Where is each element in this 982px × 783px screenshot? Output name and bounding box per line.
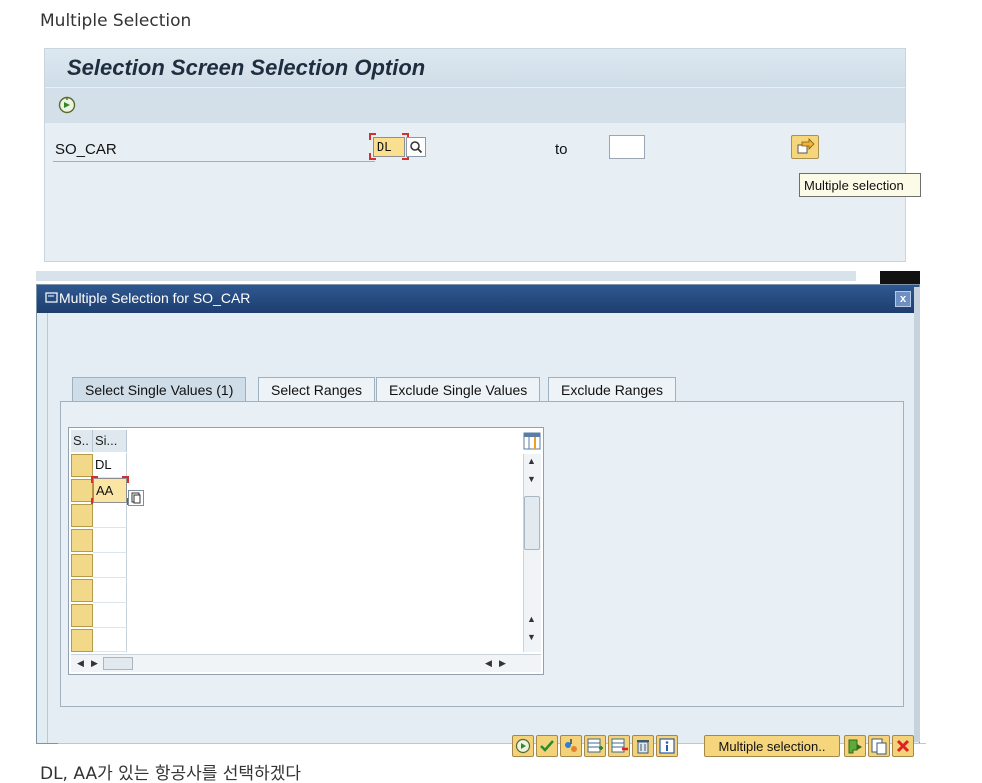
table-cell[interactable]: DL [93,453,127,478]
multiple-selection-dialog: Multiple Selection for SO_CAR x Select S… [36,284,926,757]
focus-corner [369,133,376,140]
execute-icon [515,738,531,754]
caption-description: DL, AA가 있는 항공사를 선택하겠다 [40,764,301,783]
scroll-down-icon[interactable]: ▼ [527,632,536,642]
horizontal-scrollbar[interactable]: ◀ ▶ ◀ ▶ [71,654,541,672]
multiple-selection-button[interactable]: Multiple selection.. [704,735,840,757]
field-underline [53,161,375,162]
application-toolbar [45,87,905,123]
scrollbar-thumb[interactable] [524,496,540,550]
tab-exclude-ranges[interactable]: Exclude Ranges [548,377,676,401]
selection-screen: Selection Screen Selection Option SO_CAR… [44,48,921,262]
high-value-input[interactable] [609,135,645,159]
dialog-title-bar[interactable]: Multiple Selection for SO_CAR x [37,285,919,313]
row-selector[interactable] [71,554,93,577]
trash-icon [637,740,649,754]
cancel-icon [896,739,910,753]
check-button[interactable] [536,735,558,757]
scroll-left-icon[interactable]: ◀ [485,658,492,669]
delete-line-button[interactable] [608,735,630,757]
table-cell[interactable] [93,503,127,528]
execute-button[interactable] [512,735,534,757]
copy-icon [848,739,862,754]
scroll-right-icon[interactable]: ▶ [499,658,506,669]
to-label: to [555,141,568,158]
row-selector[interactable] [71,504,93,527]
paste-button[interactable] [868,735,890,757]
row-selector[interactable] [71,579,93,602]
multiple-selection-button[interactable] [791,135,819,159]
paste-icon [871,738,887,755]
import-icon [565,739,577,752]
scrollbar-thumb[interactable] [103,657,133,670]
focus-corner [122,476,129,483]
background-window-edge [914,287,920,742]
value-help-button[interactable] [406,137,426,157]
dialog-title: Multiple Selection for SO_CAR [59,290,251,306]
copy-icon [131,492,141,504]
table-settings-icon[interactable] [523,432,541,450]
low-value-input[interactable]: DL [373,137,405,157]
execute-icon[interactable] [57,95,77,115]
row-selector[interactable] [71,629,93,652]
delete-line-icon [611,738,628,753]
column-header-select[interactable]: S.. [71,430,93,452]
focus-corner [369,153,376,160]
copy-button[interactable] [844,735,866,757]
focus-corner [91,476,98,483]
tab-exclude-single-values[interactable]: Exclude Single Values [376,377,541,401]
trash-button[interactable] [632,735,654,757]
column-header-value[interactable]: Si... [93,430,127,452]
value-help-button[interactable] [128,490,144,506]
scroll-right-icon[interactable]: ▶ [91,658,98,669]
row-selector[interactable] [71,604,93,627]
table-cell[interactable] [93,578,127,603]
screen-title-bar: Selection Screen Selection Option [45,49,905,87]
table-cell[interactable] [93,603,127,628]
tab-select-ranges[interactable]: Select Ranges [258,377,376,401]
scroll-up-icon[interactable]: ▲ [527,614,536,624]
row-selector[interactable] [71,479,93,502]
tooltip: Multiple selection [799,173,921,197]
caption-title: Multiple Selection [40,11,192,31]
arrow-right-icon [797,138,815,154]
window-icon [45,292,58,303]
row-selector[interactable] [71,529,93,552]
search-icon [410,141,423,154]
table-cell[interactable] [93,628,127,652]
field-label-so-car: SO_CAR [55,141,117,158]
table-cell[interactable] [93,528,127,553]
info-icon [659,738,675,754]
insert-line-icon [587,738,603,753]
scroll-up-icon[interactable]: ▲ [527,456,536,466]
background-window-edge [36,271,856,281]
scroll-left-icon[interactable]: ◀ [77,658,84,669]
values-table: S.. Si... DL AA ▲ ▼ ▲ ▼ ◀ ▶ ◀ ▶ [68,427,544,675]
table-cell[interactable] [93,553,127,578]
cancel-button[interactable] [892,735,914,757]
import-button[interactable] [560,735,582,757]
dialog-body: Select Single Values (1) Select Ranges E… [47,313,926,757]
check-icon [540,740,554,752]
info-button[interactable] [656,735,678,757]
close-icon[interactable]: x [895,291,911,307]
screen-title: Selection Screen Selection Option [67,55,426,80]
scroll-down-icon[interactable]: ▼ [527,474,536,484]
tab-select-single-values[interactable]: Select Single Values (1) [72,377,247,401]
row-selector[interactable] [71,454,93,477]
insert-line-button[interactable] [584,735,606,757]
